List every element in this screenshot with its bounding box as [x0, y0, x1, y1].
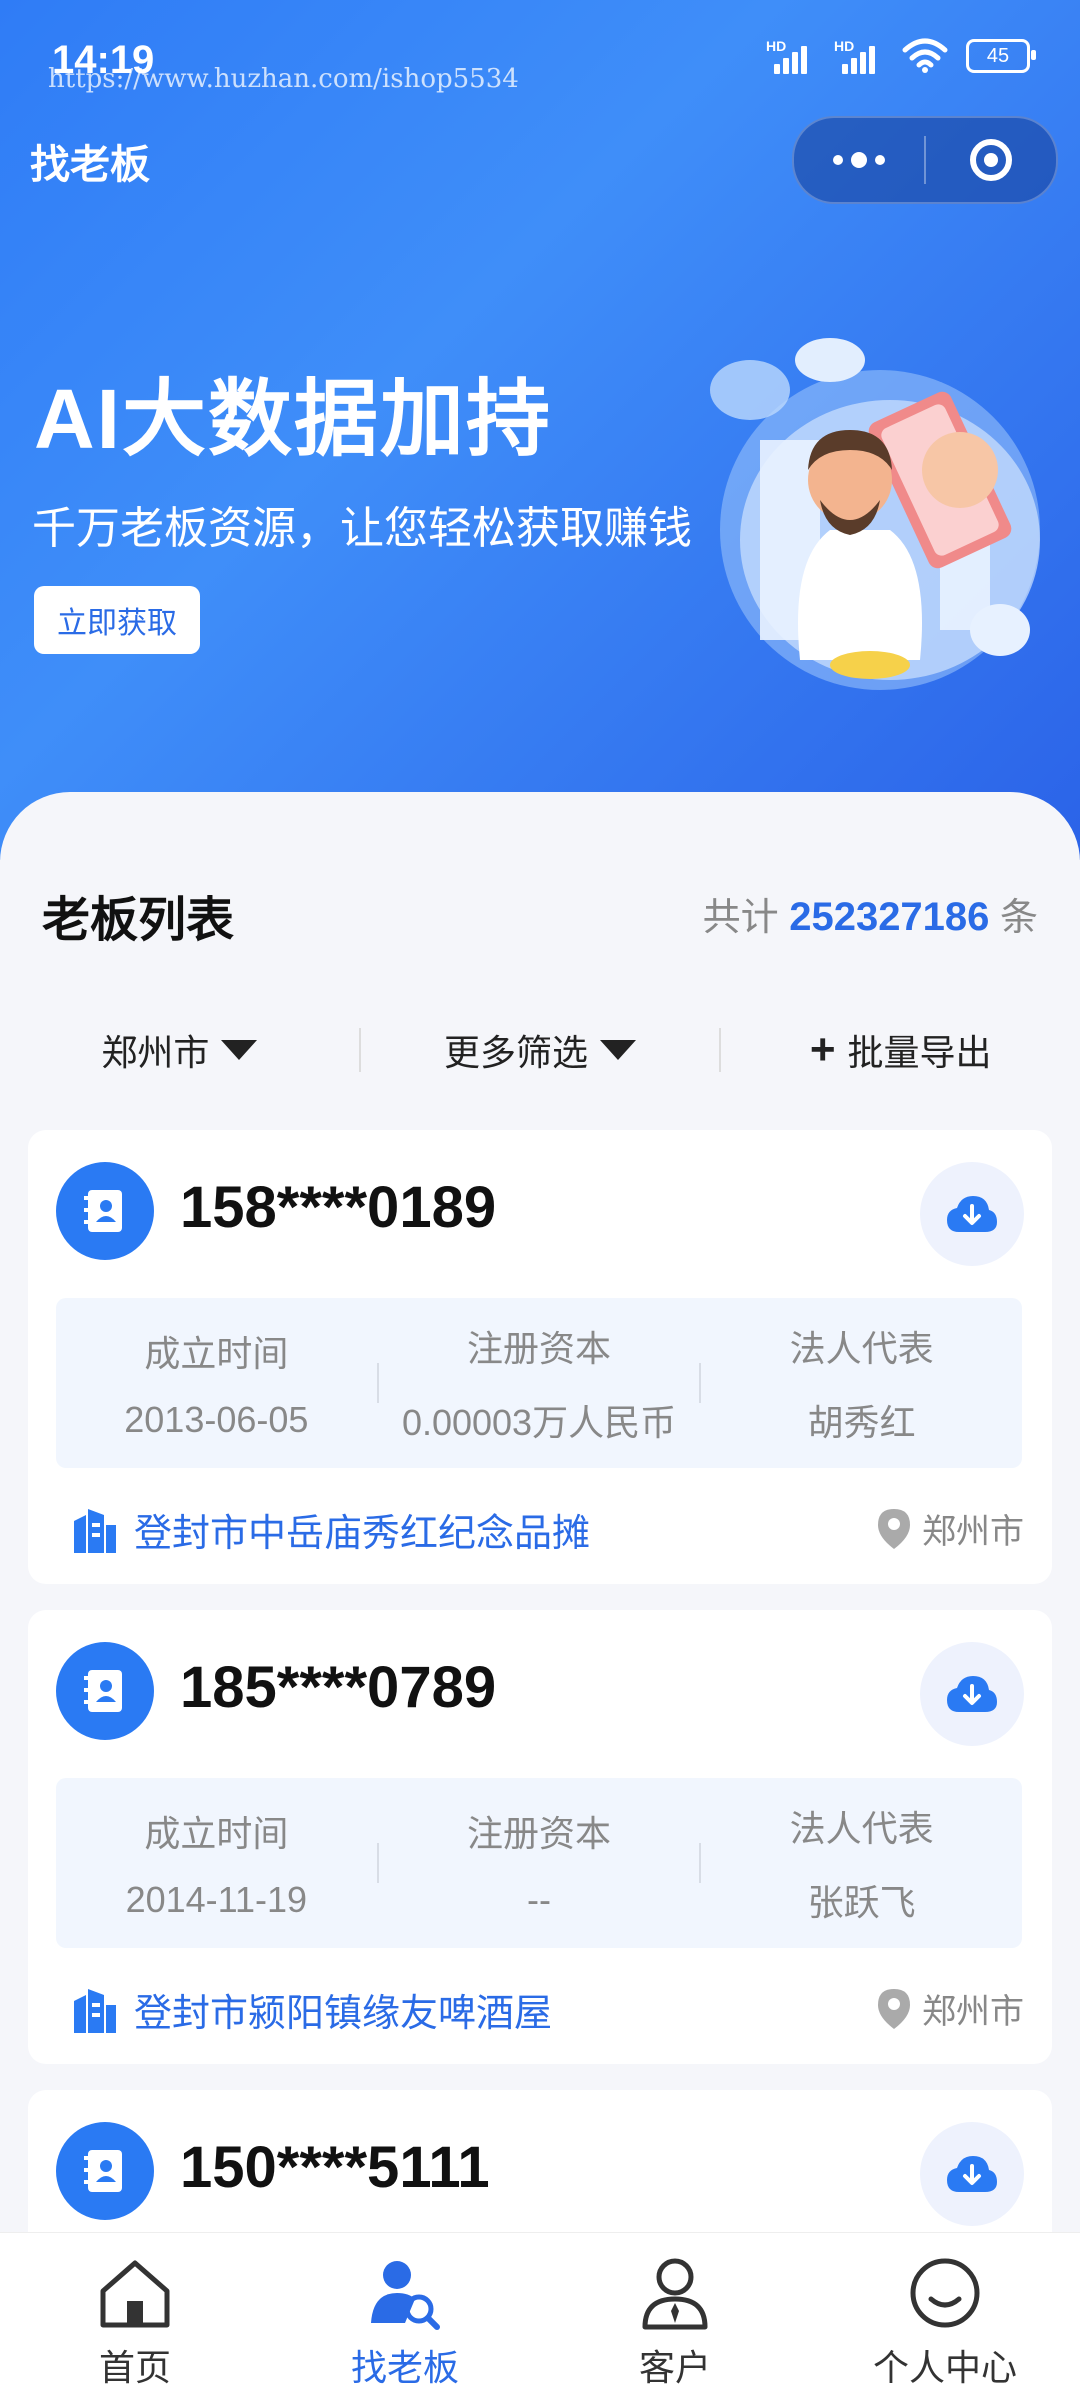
registered-capital: 0.00003万人民币	[401, 1402, 677, 1443]
phone-number: 150****5111	[180, 2135, 490, 2200]
triangle-down-icon	[221, 1040, 258, 1060]
more-button[interactable]	[794, 118, 924, 202]
building-icon	[74, 1988, 116, 2033]
tab-customers[interactable]: 客户	[540, 2233, 810, 2401]
cloud-download-icon	[947, 2156, 997, 2192]
company-info: 成立时间 2013-06-05 注册资本 0.00003万人民币 法人代表胡秀红	[56, 1298, 1022, 1468]
boss-card[interactable]: 158****0189 成立时间 2013-06-05 注册资本 0.00003万人…	[28, 1130, 1052, 1584]
batch-export-button[interactable]: + 批量导出	[721, 1024, 1080, 1076]
more-dots-icon	[833, 152, 885, 168]
watermark-text: https://www.huzhan.com/ishop5534	[48, 64, 519, 94]
location: 郑州市	[876, 1504, 1024, 1553]
page-title: 找老板	[30, 143, 150, 187]
founded-date: 2014-11-19	[125, 1879, 308, 1920]
company-name: 登封市颍阳镇缘友啤酒屋	[134, 1993, 553, 2035]
battery-icon: 45	[966, 39, 1036, 73]
filter-bar: 郑州市 更多筛选 + 批量导出	[0, 1020, 1080, 1080]
cloud-download-icon	[947, 1676, 997, 1712]
banner-subtitle: 千万老板资源，让您轻松获取赚钱	[32, 504, 692, 553]
company-name: 登封市中岳庙秀红纪念品摊	[134, 1513, 591, 1555]
phone-number: 158****0189	[180, 1175, 497, 1240]
location-pin-icon	[878, 1508, 910, 1549]
phone-number: 185****0789	[180, 1655, 497, 1720]
tab-home[interactable]: 首页	[0, 2233, 270, 2401]
building-icon	[74, 1508, 116, 1553]
boss-card[interactable]: 185****0789 成立时间 2014-11-19 注册资本 -- 法人代表张跃…	[28, 1610, 1052, 2064]
download-button[interactable]	[920, 1642, 1024, 1746]
plus-icon: +	[809, 1025, 836, 1074]
target-icon	[970, 139, 1012, 181]
signal-icon-2: HD	[834, 38, 884, 74]
legal-representative: 胡秀红	[807, 1402, 916, 1443]
smile-face-icon	[910, 2258, 980, 2328]
miniapp-capsule	[792, 116, 1058, 204]
home-icon	[100, 2260, 170, 2328]
founded-label: 成立时间	[144, 1333, 289, 1374]
tab-find-boss[interactable]: 找老板	[270, 2233, 540, 2401]
get-now-button[interactable]: 立即获取	[34, 586, 200, 654]
capital-label: 注册资本	[467, 1813, 612, 1854]
more-filter[interactable]: 更多筛选	[361, 1024, 720, 1076]
founded-date: 2013-06-05	[124, 1399, 309, 1440]
status-bar: 14:19 https://www.huzhan.com/ishop5534 H…	[0, 0, 1080, 120]
banner-illustration	[710, 338, 1040, 690]
company-info: 成立时间 2014-11-19 注册资本 -- 法人代表张跃飞	[56, 1778, 1022, 1948]
city-filter[interactable]: 郑州市	[0, 1024, 359, 1076]
company-link[interactable]: 登封市中岳庙秀红纪念品摊	[70, 1502, 590, 1557]
bottom-tab-bar: 首页 找老板 客户 个人中心	[0, 2232, 1080, 2401]
triangle-down-icon	[600, 1040, 637, 1060]
location-pin-icon	[878, 1988, 910, 2029]
total-count: 共计 252327186 条	[702, 895, 1038, 939]
banner-title: AI大数据加持	[34, 372, 553, 466]
contact-book-icon	[56, 1162, 154, 1260]
legal-label: 法人代表	[789, 1808, 934, 1849]
capital-label: 注册资本	[467, 1328, 612, 1369]
signal-icon: HD	[766, 38, 816, 74]
hero-banner: 14:19 https://www.huzhan.com/ishop5534 H…	[0, 0, 1080, 860]
contact-book-icon	[56, 2122, 154, 2220]
customer-icon	[642, 2258, 708, 2330]
person-search-icon	[371, 2261, 440, 2330]
location: 郑州市	[876, 1984, 1024, 2033]
status-icons: HD HD 45	[766, 38, 1036, 74]
boss-card[interactable]: 150****5111	[28, 2090, 1052, 2232]
cloud-download-icon	[947, 1196, 997, 1232]
legal-representative: 张跃飞	[807, 1882, 916, 1923]
wifi-icon	[902, 38, 948, 73]
company-link[interactable]: 登封市颍阳镇缘友啤酒屋	[70, 1982, 552, 2037]
tab-profile[interactable]: 个人中心	[810, 2233, 1080, 2401]
download-button[interactable]	[920, 2122, 1024, 2226]
download-button[interactable]	[920, 1162, 1024, 1266]
contact-book-icon	[56, 1642, 154, 1740]
legal-label: 法人代表	[789, 1328, 934, 1369]
list-title: 老板列表	[42, 894, 235, 947]
registered-capital: --	[527, 1879, 551, 1920]
close-miniapp-button[interactable]	[926, 118, 1056, 202]
founded-label: 成立时间	[144, 1813, 289, 1854]
